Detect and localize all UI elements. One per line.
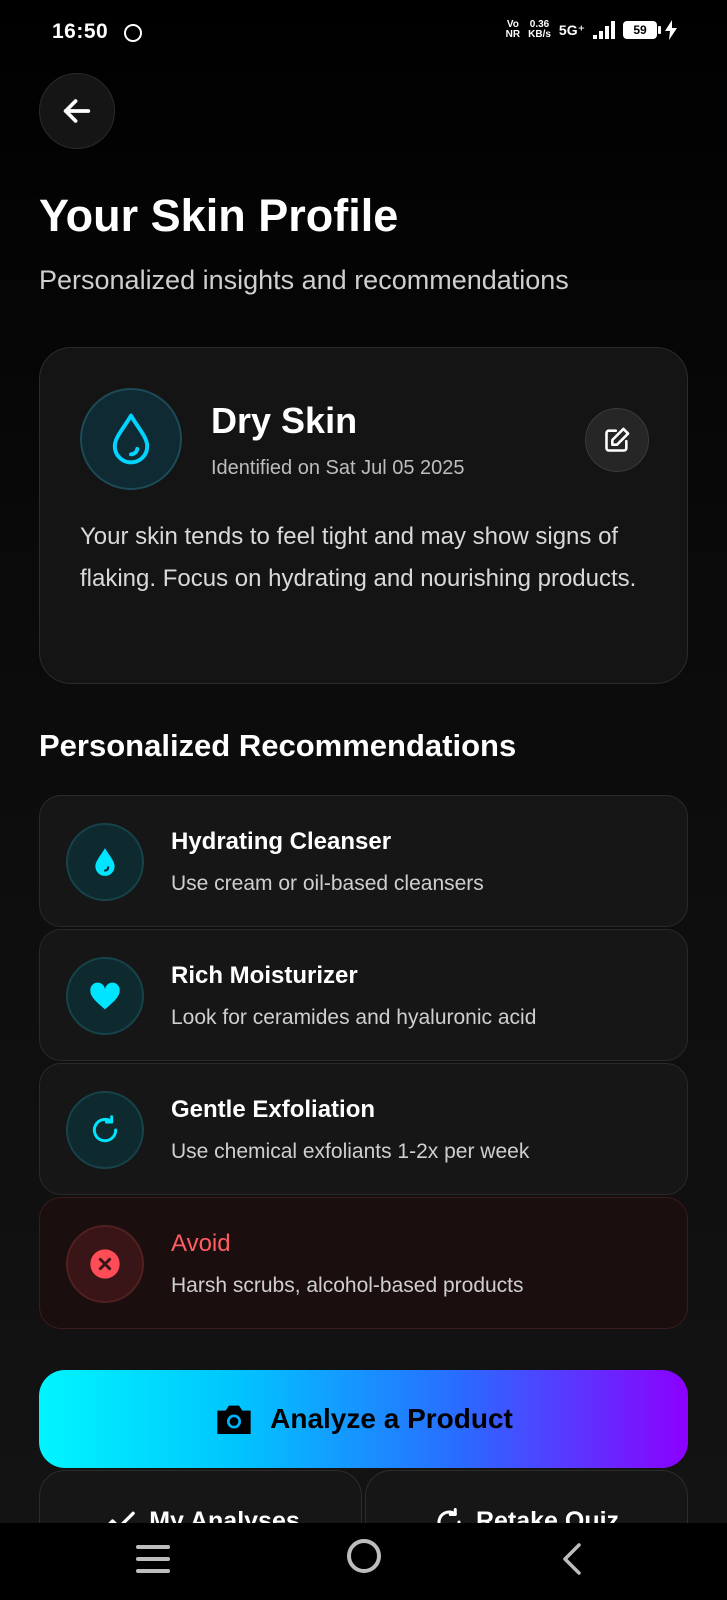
recommendation-card[interactable]: Rich Moisturizer Look for ceramides and … <box>39 929 688 1061</box>
droplet-icon <box>66 823 144 901</box>
volte-indicator: Vo NR <box>505 19 521 40</box>
page-subtitle: Personalized insights and recommendation… <box>39 265 569 295</box>
analyze-product-button[interactable]: Analyze a Product <box>39 1370 688 1468</box>
avoid-description: Harsh scrubs, alcohol-based products <box>171 1274 524 1297</box>
status-indicators: Vo NR 0.36 KB/s 5G⁺ 59 <box>506 20 677 40</box>
heart-icon <box>66 957 144 1035</box>
recommendations-title: Personalized Recommendations <box>39 728 517 763</box>
analyze-product-label: Analyze a Product <box>270 1403 513 1434</box>
status-bar: 16:50 Vo NR 0.36 KB/s 5G⁺ 59 <box>0 0 727 68</box>
recommendation-description: Look for ceramides and hyaluronic acid <box>171 1006 537 1029</box>
recommendation-description: Use chemical exfoliants 1-2x per week <box>171 1140 530 1163</box>
home-button[interactable] <box>347 1539 381 1573</box>
edit-icon <box>605 427 630 452</box>
water-drop-icon <box>80 388 182 490</box>
recommendation-card[interactable]: Gentle Exfoliation Use chemical exfolian… <box>39 1063 688 1195</box>
recommendation-title: Gentle Exfoliation <box>171 1096 376 1123</box>
skin-type: Dry Skin <box>211 400 358 441</box>
arrow-left-icon <box>63 99 91 123</box>
refresh-icon <box>66 1091 144 1169</box>
charging-icon <box>665 20 677 40</box>
back-button[interactable] <box>39 73 115 149</box>
system-nav-bar <box>0 1523 727 1600</box>
skin-profile-card: Dry Skin Identified on Sat Jul 05 2025 Y… <box>39 347 688 684</box>
signal-icon <box>593 21 615 39</box>
page-title: Your Skin Profile <box>39 190 399 241</box>
recommendation-description: Use cream or oil-based cleansers <box>171 872 484 895</box>
avoid-title: Avoid <box>171 1230 231 1257</box>
network-speed: 0.36 KB/s <box>528 19 551 40</box>
recommendation-card[interactable]: Hydrating Cleanser Use cream or oil-base… <box>39 795 688 927</box>
system-back-icon[interactable] <box>560 1541 584 1577</box>
network-type: 5G⁺ <box>558 21 585 38</box>
recommendation-title: Hydrating Cleanser <box>171 828 392 855</box>
notification-icon <box>124 24 142 42</box>
edit-profile-button[interactable] <box>585 408 649 472</box>
identified-date: Identified on Sat Jul 05 2025 <box>211 457 465 479</box>
battery-icon: 59 <box>623 21 661 39</box>
avoid-card[interactable]: Avoid Harsh scrubs, alcohol-based produc… <box>39 1197 688 1329</box>
status-time: 16:50 <box>52 20 109 43</box>
camera-icon <box>217 1405 251 1434</box>
recommendation-title: Rich Moisturizer <box>171 962 358 989</box>
recent-apps-button[interactable] <box>136 1545 170 1581</box>
profile-description: Your skin tends to feel tight and may sh… <box>80 523 637 592</box>
close-circle-icon <box>66 1225 144 1303</box>
